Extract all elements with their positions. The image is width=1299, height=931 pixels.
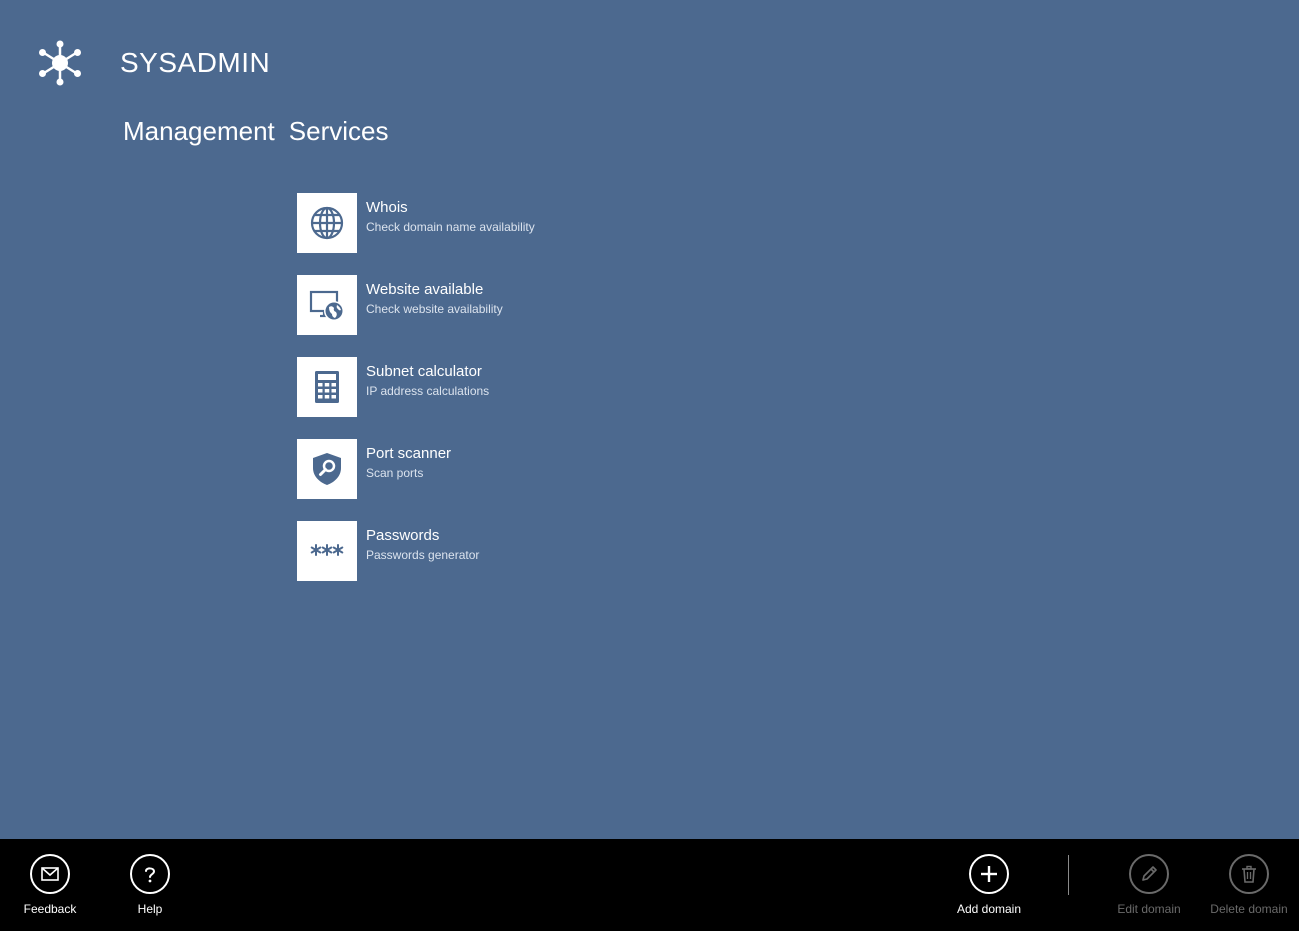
question-icon xyxy=(145,867,156,883)
bar-circle xyxy=(130,854,170,894)
app-bar: Feedback Help Add domain Edit domain Del… xyxy=(0,839,1299,931)
service-subtitle: IP address calculations xyxy=(366,384,490,398)
help-button[interactable]: Help xyxy=(100,854,200,916)
service-item-passwords[interactable]: Passwords Passwords generator xyxy=(297,521,535,581)
service-text: Port scanner Scan ports xyxy=(366,439,451,480)
help-label: Help xyxy=(137,902,163,916)
plus-icon xyxy=(981,866,997,882)
service-subtitle: Passwords generator xyxy=(366,548,480,562)
service-tile xyxy=(297,275,357,335)
service-title: Website available xyxy=(366,281,484,298)
service-subtitle: Check domain name availability xyxy=(366,220,535,234)
service-title: Whois xyxy=(366,199,408,216)
edit-domain-label: Edit domain xyxy=(1117,902,1181,916)
app-header: SYSADMIN xyxy=(36,38,270,88)
add-domain-label: Add domain xyxy=(956,902,1022,916)
app-bar-divider xyxy=(1068,855,1069,895)
delete-domain-button[interactable]: Delete domain xyxy=(1199,854,1299,916)
nav-tabs: Management Services xyxy=(123,116,388,147)
bar-circle xyxy=(1129,854,1169,894)
add-domain-button[interactable]: Add domain xyxy=(939,854,1039,916)
shield-search-icon xyxy=(313,453,341,485)
monitor-globe-icon xyxy=(309,290,344,321)
service-item-port-scanner[interactable]: Port scanner Scan ports xyxy=(297,439,535,499)
tab-management[interactable]: Management xyxy=(123,116,275,147)
service-subtitle: Check website availability xyxy=(366,302,503,316)
tab-services[interactable]: Services xyxy=(289,116,389,147)
service-item-subnet-calculator[interactable]: Subnet calculator IP address calculation… xyxy=(297,357,535,417)
service-tile xyxy=(297,193,357,253)
feedback-button[interactable]: Feedback xyxy=(0,854,100,916)
service-title: Subnet calculator xyxy=(366,363,482,380)
network-hub-icon xyxy=(39,40,81,86)
asterisks-icon xyxy=(310,544,344,556)
pencil-icon xyxy=(1142,866,1157,881)
service-title: Port scanner xyxy=(366,445,452,462)
feedback-label: Feedback xyxy=(23,902,77,916)
trash-icon xyxy=(1242,865,1256,883)
service-title: Passwords xyxy=(366,527,440,544)
bar-circle xyxy=(1229,854,1269,894)
service-item-website-available[interactable]: Website available Check website availabi… xyxy=(297,275,535,335)
service-text: Website available Check website availabi… xyxy=(366,275,503,316)
service-tile xyxy=(297,521,357,581)
delete-domain-label: Delete domain xyxy=(1210,902,1288,916)
service-item-whois[interactable]: Whois Check domain name availability xyxy=(297,193,535,253)
edit-domain-button[interactable]: Edit domain xyxy=(1099,854,1199,916)
calculator-icon xyxy=(315,371,339,403)
mail-icon xyxy=(41,867,59,881)
services-list: Whois Check domain name availability Web… xyxy=(297,193,535,603)
app-title: SYSADMIN xyxy=(120,47,271,78)
service-subtitle: Scan ports xyxy=(366,466,424,480)
bar-circle xyxy=(30,854,70,894)
service-tile xyxy=(297,439,357,499)
bar-circle xyxy=(969,854,1009,894)
service-tile xyxy=(297,357,357,417)
globe-icon xyxy=(310,206,344,240)
service-text: Passwords Passwords generator xyxy=(366,521,479,562)
service-text: Subnet calculator IP address calculation… xyxy=(366,357,489,398)
service-text: Whois Check domain name availability xyxy=(366,193,535,234)
